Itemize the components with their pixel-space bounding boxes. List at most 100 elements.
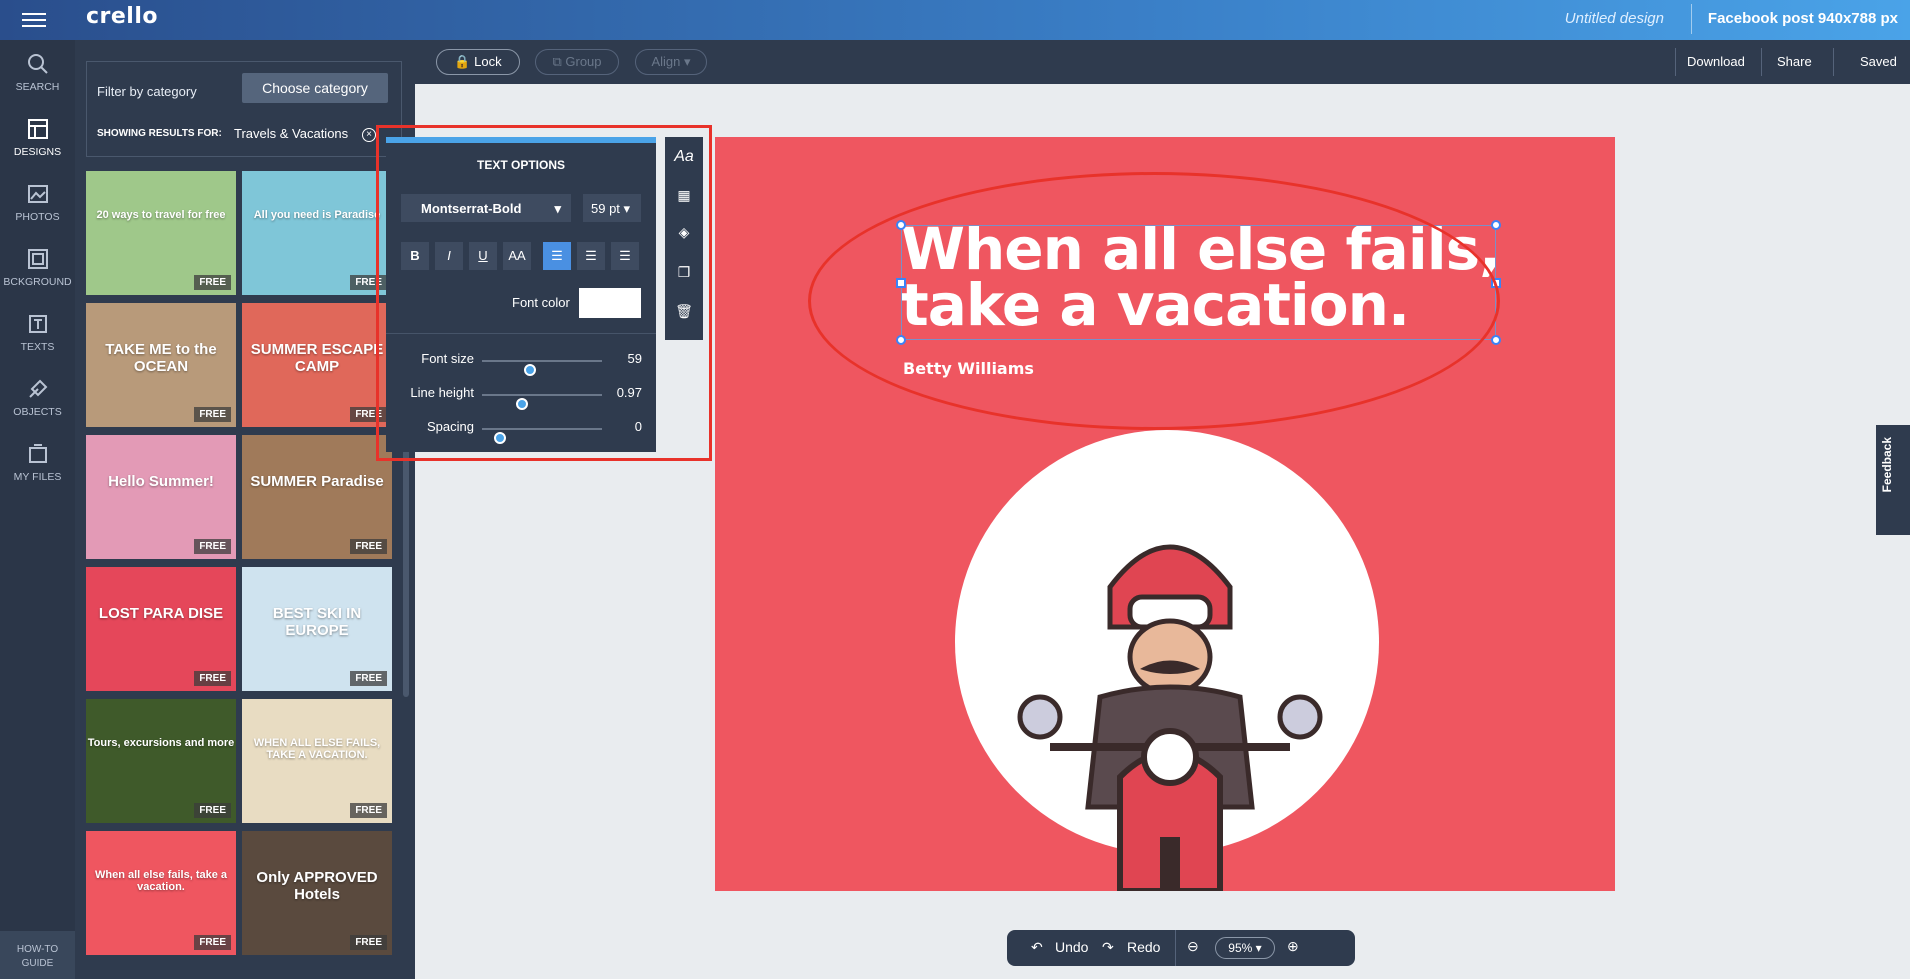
scooter-rider-illustration[interactable] (990, 447, 1350, 891)
template-thumbnail[interactable]: Only APPROVED Hotels FREE (242, 831, 392, 955)
zoom-out-icon[interactable]: ⊖ (1187, 938, 1199, 955)
template-thumbnail[interactable]: WHEN ALL ELSE FAILS, TAKE A VACATION. FRE… (242, 699, 392, 823)
font-color-label: Font color (512, 295, 570, 310)
transparency-icon[interactable]: ▦ (665, 177, 703, 213)
free-badge: FREE (194, 935, 231, 950)
hamburger-menu-icon[interactable] (22, 9, 46, 29)
slider-track[interactable] (482, 360, 602, 376)
free-badge: FREE (194, 539, 231, 554)
template-thumbnail[interactable]: When all else fails, take a vacation. FRE… (86, 831, 236, 955)
group-label: Group (565, 54, 602, 69)
free-badge: FREE (350, 803, 387, 818)
template-thumbnail[interactable]: LOST PARA DISE FREE (86, 567, 236, 691)
download-button[interactable]: Download (1687, 54, 1745, 69)
slider-knob[interactable] (524, 364, 536, 376)
free-badge: FREE (350, 671, 387, 686)
sidebar-item-designs[interactable]: DESIGNS (0, 107, 75, 171)
thumbnail-text: All you need is Paradise (253, 209, 381, 221)
sidebar-label: PHOTOS (15, 211, 60, 223)
redo-icon[interactable]: ↷ (1102, 939, 1114, 956)
designs-panel: Filter by category Choose category SHOWI… (75, 40, 415, 979)
thumbnail-text: When all else fails, take a vacation. (94, 869, 228, 893)
font-color-swatch[interactable] (579, 288, 641, 318)
howto-line2: GUIDE (21, 958, 54, 969)
template-thumbnail[interactable]: 20 ways to travel for free FREE (86, 171, 236, 295)
left-sidebar: SEARCH DESIGNS PHOTOS BCKGROUND TEXTS OB… (0, 40, 75, 979)
app-logo[interactable]: crello (86, 4, 158, 29)
resize-handle[interactable] (1491, 220, 1501, 230)
free-badge: FREE (194, 275, 231, 290)
free-badge: FREE (350, 935, 387, 950)
clear-category-icon[interactable]: × (362, 128, 376, 142)
template-thumbnail[interactable]: TAKE ME to the OCEAN FREE (86, 303, 236, 427)
undo-button[interactable]: Undo (1055, 939, 1088, 955)
choose-category-button[interactable]: Choose category (242, 73, 388, 103)
designs-icon (27, 119, 48, 139)
align-left-icon[interactable]: ☰ (543, 242, 571, 270)
zoom-select[interactable]: 95% ▾ (1215, 937, 1275, 959)
free-badge: FREE (194, 671, 231, 686)
slider-value: 0 (634, 419, 642, 434)
photos-icon (27, 185, 48, 203)
share-button[interactable]: Share (1777, 54, 1812, 69)
slider-value: 0.97 (616, 385, 642, 400)
underline-button[interactable]: U (469, 242, 497, 270)
duplicate-icon[interactable]: ❐ (665, 254, 703, 290)
how-to-guide-button[interactable]: HOW-TO GUIDE (0, 931, 75, 979)
font-size-select[interactable]: 59 pt ▾ (583, 194, 641, 222)
undo-icon[interactable]: ↶ (1031, 939, 1043, 956)
sidebar-item-photos[interactable]: PHOTOS (0, 172, 75, 236)
sidebar-item-objects[interactable]: OBJECTS (0, 367, 75, 431)
document-size[interactable]: Facebook post 940x788 px (1708, 10, 1898, 27)
filter-label: Filter by category (97, 84, 197, 99)
template-thumbnail[interactable]: Hello Summer! FREE (86, 435, 236, 559)
texts-icon (28, 315, 47, 333)
uppercase-button[interactable]: AA (503, 242, 531, 270)
redo-button[interactable]: Redo (1127, 939, 1160, 955)
annotation-ellipse (808, 172, 1500, 430)
zoom-value: 95% (1228, 941, 1253, 955)
thumbnail-text: TAKE ME to the OCEAN (105, 341, 217, 375)
font-family-select[interactable]: Montserrat-Bold ▾ (401, 194, 571, 222)
thumbnail-text: SUMMER ESCAPE CAMP (250, 341, 384, 375)
resize-handle[interactable] (1491, 335, 1501, 345)
template-thumbnail[interactable]: SUMMER Paradise FREE (242, 435, 392, 559)
delete-icon[interactable]: 🗑 (665, 293, 703, 329)
sidebar-item-search[interactable]: SEARCH (0, 42, 75, 106)
font-family-value: Montserrat-Bold (421, 201, 522, 216)
group-button[interactable]: ⧉ Group (535, 49, 619, 75)
align-label: Align (651, 54, 681, 69)
slider-knob[interactable] (494, 432, 506, 444)
thumbnail-text: Hello Summer! (108, 473, 214, 490)
template-thumbnail[interactable]: All you need is Paradise FREE (242, 171, 392, 295)
align-button[interactable]: Align ▾ (635, 49, 707, 75)
sidebar-item-texts[interactable]: TEXTS (0, 302, 75, 366)
template-thumbnail[interactable]: SUMMER ESCAPE CAMP FREE (242, 303, 392, 427)
lock-button[interactable]: 🔒 Lock (436, 49, 520, 75)
divider (1675, 48, 1676, 76)
align-right-icon[interactable]: ☰ (611, 242, 639, 270)
slider-label: Line height (410, 385, 474, 400)
text-options-icon[interactable]: Aa (665, 139, 703, 175)
zoom-in-icon[interactable]: ⊕ (1287, 938, 1299, 955)
slider-value: 59 (627, 351, 642, 366)
sidebar-item-my-files[interactable]: MY FILES (0, 432, 75, 496)
template-thumbnail[interactable]: BEST SKI IN EUROPE FREE (242, 567, 392, 691)
free-badge: FREE (350, 539, 387, 554)
sidebar-item-background[interactable]: BCKGROUND (0, 237, 75, 301)
line-height-slider-row: Line height 0.97 (386, 385, 656, 410)
layers-icon[interactable]: ◈ (665, 214, 703, 250)
template-thumbnail[interactable]: Tours, excursions and more FREE (86, 699, 236, 823)
sidebar-label: OBJECTS (13, 406, 62, 418)
slider-track[interactable] (482, 394, 602, 410)
slider-track[interactable] (482, 428, 602, 444)
bold-button[interactable]: B (401, 242, 429, 270)
thumbnail-text: LOST PARA DISE (98, 605, 224, 622)
slider-knob[interactable] (515, 398, 528, 410)
document-title[interactable]: Untitled design (1565, 10, 1664, 27)
howto-line1: HOW-TO (16, 944, 59, 955)
font-size-slider-row: Font size 59 (386, 351, 656, 376)
feedback-tab[interactable]: Feedback (1876, 425, 1910, 535)
align-center-icon[interactable]: ☰ (577, 242, 605, 270)
italic-button[interactable]: I (435, 242, 463, 270)
